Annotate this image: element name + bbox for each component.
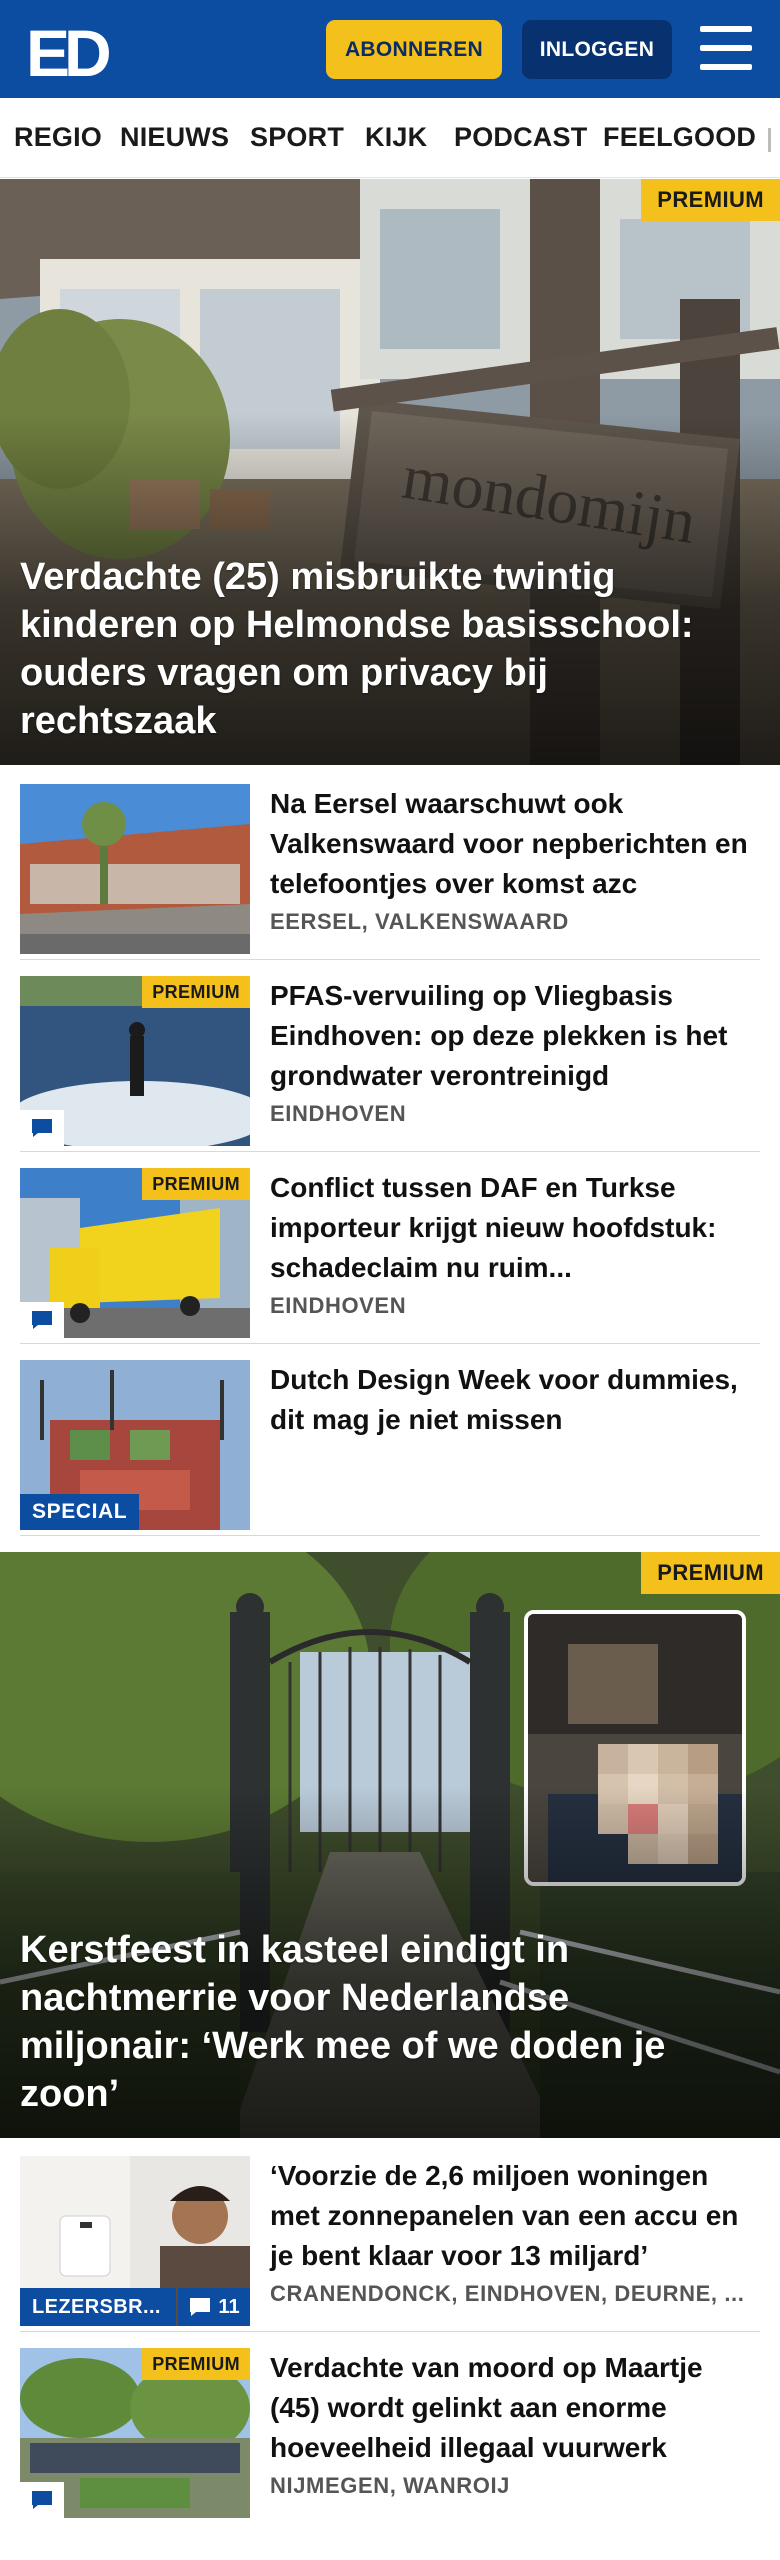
article-thumbnail: SPECIAL: [20, 1360, 250, 1530]
article-row-zonnepanelen[interactable]: LEZERSBR... 11 ‘Voorzie de 2,6 miljoen w…: [20, 2140, 760, 2332]
article-title[interactable]: Na Eersel waarschuwt ook Valkenswaard vo…: [270, 784, 750, 904]
article-row-daf[interactable]: PREMIUM Conflict tussen DAF en Turkse im…: [20, 1152, 760, 1344]
article-row-ddw[interactable]: SPECIAL Dutch Design Week voor dummies, …: [20, 1344, 760, 1536]
premium-badge: PREMIUM: [142, 1168, 250, 1200]
subscribe-button[interactable]: ABONNEREN: [326, 20, 502, 79]
hero-1-title[interactable]: Verdachte (25) misbruikte twintig kinder…: [20, 553, 740, 745]
ed-logo[interactable]: ED: [26, 20, 116, 80]
nav-item-nieuws[interactable]: NIEUWS: [120, 122, 229, 153]
hamburger-menu-icon[interactable]: [700, 26, 752, 70]
top-header: ED ABONNEREN INLOGGEN: [0, 0, 780, 98]
hero-2-title[interactable]: Kerstfeest in kasteel eindigt in nachtme…: [20, 1926, 740, 2118]
article-location: NIJMEGEN, WANROIJ: [270, 2473, 511, 2498]
nav-item-feelgood[interactable]: FEELGOOD: [603, 122, 756, 153]
article-row-maartje[interactable]: PREMIUM Verdachte van moord op Maartje (…: [20, 2332, 760, 2524]
reader-letter-badge: LEZERSBR...: [20, 2288, 176, 2326]
article-title[interactable]: Conflict tussen DAF en Turkse importeur …: [270, 1168, 750, 1288]
special-badge: SPECIAL: [20, 1494, 140, 1530]
premium-badge: PREMIUM: [142, 976, 250, 1008]
comment-icon[interactable]: [20, 2482, 64, 2518]
comment-icon: [190, 2298, 211, 2316]
article-location: EINDHOVEN: [270, 1101, 407, 1126]
nav-item-regio[interactable]: REGIO: [14, 122, 102, 153]
article-row-pfas[interactable]: PREMIUM PFAS-vervuiling op Vliegbasis Ei…: [20, 960, 760, 1152]
login-button[interactable]: INLOGGEN: [522, 20, 672, 79]
hero-article-2[interactable]: PREMIUM Kerstfeest in kasteel eindigt in…: [0, 1552, 780, 2138]
article-title[interactable]: ‘Voorzie de 2,6 miljoen woningen met zon…: [270, 2156, 750, 2276]
article-thumbnail: [20, 784, 250, 954]
article-row-azc[interactable]: Na Eersel waarschuwt ook Valkenswaard vo…: [20, 768, 760, 960]
article-title[interactable]: Verdachte van moord op Maartje (45) word…: [270, 2348, 750, 2468]
comment-count: 11: [218, 2295, 240, 2318]
premium-badge: PREMIUM: [641, 179, 780, 221]
comment-icon[interactable]: [20, 1110, 64, 1146]
logo-text: ED: [26, 20, 109, 80]
comment-icon[interactable]: [20, 1302, 64, 1338]
nav-item-sport[interactable]: SPORT: [250, 122, 344, 153]
nav-overflow-indicator: [768, 128, 771, 152]
article-thumbnail: PREMIUM: [20, 2348, 250, 2518]
article-title[interactable]: Dutch Design Week voor dummies, dit mag …: [270, 1360, 750, 1440]
article-thumbnail: PREMIUM: [20, 976, 250, 1146]
article-title[interactable]: PFAS-vervuiling op Vliegbasis Eindhoven:…: [270, 976, 750, 1096]
article-location: EERSEL, VALKENSWAARD: [270, 909, 569, 934]
article-thumbnail: PREMIUM: [20, 1168, 250, 1338]
article-thumbnail: LEZERSBR... 11: [20, 2156, 250, 2326]
section-nav: REGIO NIEUWS SPORT KIJK PODCAST FEELGOOD: [0, 98, 780, 178]
hero-article-1[interactable]: mondomijn PREMIUM Verdachte (25) misbrui…: [0, 179, 780, 765]
nav-item-podcast[interactable]: PODCAST: [454, 122, 587, 153]
nav-item-kijk[interactable]: KIJK: [365, 122, 427, 153]
article-location: EINDHOVEN: [270, 1293, 407, 1318]
comment-count-badge[interactable]: 11: [178, 2288, 250, 2326]
premium-badge: PREMIUM: [641, 1552, 780, 1594]
townhall-image: [20, 784, 250, 954]
article-location: CRANENDONCK, EINDHOVEN, DEURNE, ...: [270, 2281, 745, 2306]
premium-badge: PREMIUM: [142, 2348, 250, 2380]
